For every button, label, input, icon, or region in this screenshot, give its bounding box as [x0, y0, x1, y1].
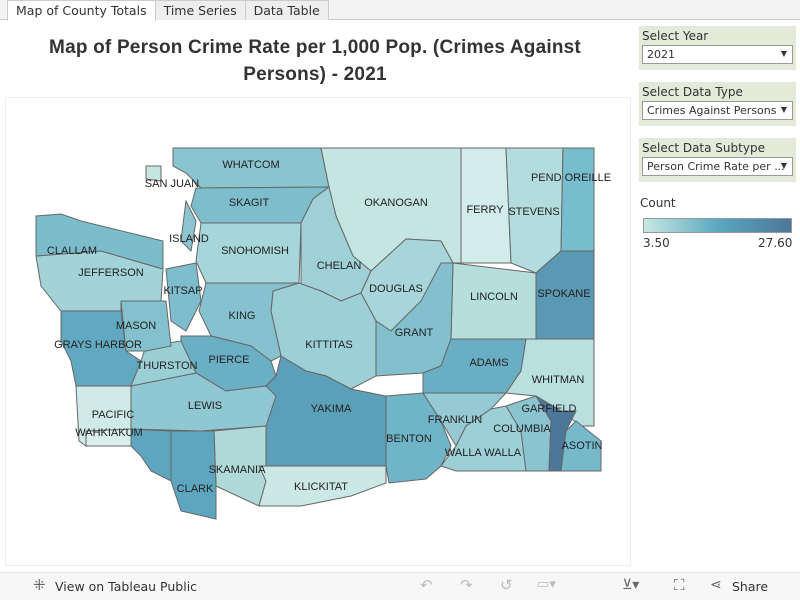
page-title: Map of Person Crime Rate per 1,000 Pop. … [20, 34, 610, 88]
washington-map[interactable]: WHATCOM SKAGIT SNOHOMISH OKANOGAN FERRY STEVE… [6, 98, 632, 567]
share-icon[interactable]: ⋖ [710, 577, 722, 593]
tab-time-series[interactable]: Time Series [154, 0, 246, 20]
county-label: THURSTON [137, 360, 198, 372]
county-label: SNOHOMISH [221, 245, 289, 257]
county-label: ADAMS [469, 357, 508, 369]
county-label: GRANT [395, 327, 434, 339]
county-label: PEND OREILLE [531, 172, 611, 184]
title-line-2: Persons) - 2021 [243, 64, 387, 85]
data-subtype-filter: Select Data Subtype Person Crime Rate pe… [639, 138, 796, 182]
county-label: WALLA WALLA [445, 447, 522, 459]
refresh-icon[interactable]: ▭▾ [537, 577, 556, 592]
toolbar: ⁜ View on Tableau Public ↶ ↷ ↺ ▭▾ ⊻▾ ⛶ ⋖… [0, 572, 800, 600]
data-type-filter: Select Data Type Crimes Against Persons ▼ [639, 82, 796, 126]
share-button[interactable]: Share [732, 579, 768, 594]
redo-icon[interactable]: ↷ [460, 576, 473, 594]
county-label: CHELAN [317, 260, 362, 272]
county-label: LINCOLN [470, 291, 518, 303]
data-subtype-label: Select Data Subtype [642, 141, 765, 155]
county-label: DOUGLAS [369, 283, 423, 295]
view-on-tableau-link[interactable]: View on Tableau Public [55, 579, 197, 594]
data-type-label: Select Data Type [642, 85, 743, 99]
year-filter: Select Year 2021 ▼ [639, 26, 796, 70]
dropdown-arrow-icon: ▼ [780, 105, 787, 114]
county-label: WHATCOM [222, 159, 279, 171]
county-label: PACIFIC [92, 409, 135, 421]
county-label: FERRY [466, 204, 504, 216]
year-value: 2021 [647, 48, 675, 61]
county-label: ASOTIN [562, 440, 603, 452]
county-label: JEFFERSON [78, 267, 143, 279]
county-label: GRAYS HARBOR [54, 339, 142, 351]
data-subtype-value: Person Crime Rate per ... [647, 160, 785, 173]
county-label: CLARK [177, 483, 214, 495]
county-label: YAKIMA [311, 403, 352, 415]
county-label: KING [229, 310, 256, 322]
county-pend-oreille[interactable] [560, 147, 595, 252]
county-label: LEWIS [188, 400, 222, 412]
county-label: SAN JUAN [145, 178, 199, 190]
county-label: BENTON [386, 433, 432, 445]
legend-title: Count [640, 196, 676, 210]
county-label: KLICKITAT [294, 481, 348, 493]
county-label: KITSAP [163, 285, 202, 297]
county-label: SKAGIT [229, 197, 270, 209]
county-label: MASON [116, 320, 156, 332]
county-label: ISLAND [169, 233, 209, 245]
county-label: SPOKANE [537, 288, 590, 300]
undo-icon[interactable]: ↶ [420, 576, 433, 594]
legend-gradient [643, 218, 792, 233]
county-label: FRANKLIN [428, 414, 482, 426]
year-label: Select Year [642, 29, 709, 43]
title-line-1: Map of Person Crime Rate per 1,000 Pop. … [49, 37, 581, 58]
county-label: WAHKIAKUM [75, 427, 142, 439]
county-label: COLUMBIA [493, 423, 551, 435]
dropdown-arrow-icon: ▼ [780, 161, 787, 170]
data-type-select[interactable]: Crimes Against Persons ▼ [642, 101, 793, 120]
county-kitsap[interactable] [165, 262, 202, 332]
data-type-value: Crimes Against Persons [647, 104, 777, 117]
download-icon[interactable]: ⊻▾ [622, 577, 639, 593]
county-label: SKAMANIA [209, 464, 267, 476]
revert-icon[interactable]: ↺ [500, 576, 513, 594]
legend-min: 3.50 [643, 236, 670, 250]
county-label: OKANOGAN [364, 197, 428, 209]
data-subtype-select[interactable]: Person Crime Rate per ... ▼ [642, 157, 793, 176]
legend-max: 27.60 [758, 236, 793, 250]
tab-data-table[interactable]: Data Table [244, 0, 329, 20]
county-label: KITTITAS [305, 339, 352, 351]
county-label: WHITMAN [532, 374, 585, 386]
county-label: PIERCE [209, 354, 250, 366]
map-container: WHATCOM SKAGIT SNOHOMISH OKANOGAN FERRY STEVE… [5, 97, 631, 566]
county-label: GARFIELD [521, 403, 576, 415]
tab-map[interactable]: Map of County Totals [7, 0, 156, 21]
dropdown-arrow-icon: ▼ [780, 49, 787, 58]
tableau-logo-icon: ⁜ [33, 576, 46, 594]
year-select[interactable]: 2021 ▼ [642, 45, 793, 64]
county-label: STEVENS [508, 206, 559, 218]
fullscreen-icon[interactable]: ⛶ [674, 576, 685, 594]
county-label: CLALLAM [47, 245, 97, 257]
tab-bar: Map of County Totals Time Series Data Ta… [0, 0, 800, 21]
